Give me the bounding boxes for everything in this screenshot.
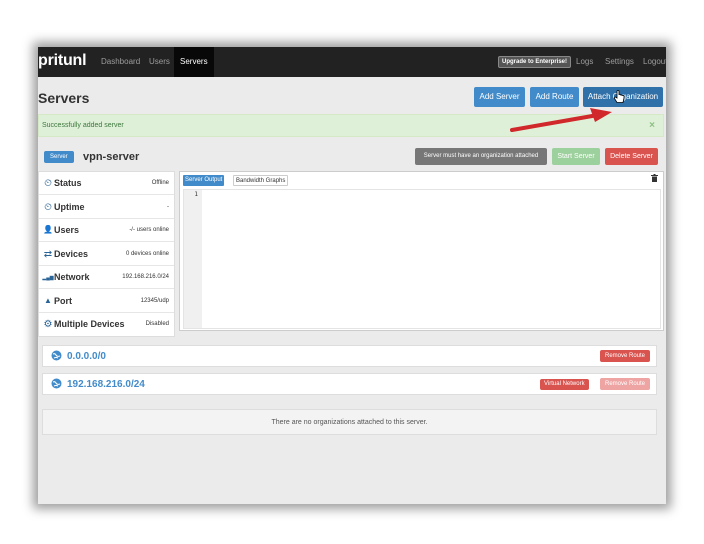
- info-label: Multiple Devices: [54, 319, 125, 329]
- nav-dashboard[interactable]: Dashboard: [101, 47, 140, 77]
- server-name: vpn-server: [83, 151, 140, 163]
- globe-icon: [51, 350, 62, 364]
- devices-icon: ⇄: [43, 249, 53, 260]
- upgrade-button[interactable]: Upgrade to Enterprise!: [498, 56, 572, 68]
- info-label: Network: [54, 272, 90, 282]
- close-icon[interactable]: ×: [649, 120, 655, 131]
- info-row-status: ⏲ Status Offline: [39, 172, 174, 195]
- route-network: 192.168.216.0/24: [67, 379, 145, 390]
- info-row-port: ▲ Port 12345/udp: [39, 290, 174, 313]
- tab-server-output[interactable]: Server Output: [183, 175, 225, 186]
- info-row-multiple-devices: ⚙ Multiple Devices Disabled: [39, 313, 174, 336]
- route-row: 0.0.0.0/0 Remove Route: [42, 345, 657, 367]
- status-note-button: Server must have an organization attache…: [415, 148, 547, 165]
- add-server-button[interactable]: Add Server: [474, 87, 525, 107]
- annotation-arrow-icon: [508, 107, 618, 142]
- navbar: pritunl Dashboard Users Servers Upgrade …: [38, 47, 666, 77]
- users-icon: 👤: [43, 225, 53, 234]
- remove-route-button[interactable]: Remove Route: [600, 350, 650, 362]
- app-window: pritunl Dashboard Users Servers Upgrade …: [38, 47, 666, 504]
- info-row-devices: ⇄ Devices 0 devices online: [39, 243, 174, 266]
- info-value: 0 devices online: [125, 251, 169, 257]
- info-value: Disabled: [145, 321, 169, 327]
- info-row-users: 👤 Users -/- users online: [39, 219, 174, 242]
- tab-bandwidth-graphs[interactable]: Bandwidth Graphs: [233, 175, 289, 186]
- info-label: Users: [54, 225, 80, 235]
- nav-settings[interactable]: Settings: [605, 47, 634, 77]
- route-network: 0.0.0.0/0: [67, 351, 106, 362]
- remove-route-button[interactable]: Remove Route: [600, 378, 650, 390]
- server-info-panel: ⏲ Status Offline ⏲ Uptime - 👤 Users -/- …: [38, 171, 175, 337]
- brand-logo[interactable]: pritunl: [38, 52, 87, 70]
- server-output-panel: Server Output Bandwidth Graphs 1: [179, 171, 664, 331]
- add-route-button[interactable]: Add Route: [530, 87, 579, 107]
- info-value: -/- users online: [129, 227, 169, 233]
- info-label: Uptime: [54, 202, 85, 212]
- nav-servers[interactable]: Servers: [174, 47, 214, 77]
- organizations-panel: There are no organizations attached to t…: [42, 409, 657, 435]
- route-row: 192.168.216.0/24 Virtual Network Remove …: [42, 373, 657, 395]
- info-value: -: [167, 204, 169, 210]
- globe-icon: [51, 378, 62, 392]
- network-icon: ▂▄▆: [42, 275, 54, 281]
- delete-server-button[interactable]: Delete Server: [605, 148, 658, 165]
- alert-message: Successfully added server: [42, 122, 124, 129]
- status-icon: ⏲: [44, 178, 52, 189]
- line-number: 1: [194, 191, 198, 198]
- hand-cursor-icon: [613, 90, 625, 109]
- port-icon: ▲: [44, 296, 52, 305]
- info-label: Devices: [54, 249, 89, 259]
- nav-logs[interactable]: Logs: [576, 47, 593, 77]
- output-editor[interactable]: 1: [183, 189, 661, 329]
- info-label: Status: [54, 178, 82, 188]
- start-server-button[interactable]: Start Server: [552, 148, 600, 165]
- gear-icon: ⚙: [43, 319, 53, 330]
- uptime-icon: ⏲: [44, 202, 52, 213]
- info-value: 192.168.216.0/24: [122, 274, 169, 280]
- server-badge: Server: [44, 151, 74, 163]
- info-value: Offline: [151, 180, 169, 186]
- trash-icon[interactable]: [651, 174, 658, 184]
- virtual-network-label: Virtual Network: [540, 379, 589, 390]
- empty-organizations-message: There are no organizations attached to t…: [271, 419, 428, 426]
- nav-logout[interactable]: Logout: [643, 47, 666, 77]
- nav-users[interactable]: Users: [149, 47, 170, 77]
- page-title: Servers: [38, 90, 90, 106]
- info-row-network: ▂▄▆ Network 192.168.216.0/24: [39, 266, 174, 289]
- editor-gutter: 1: [184, 190, 202, 328]
- info-row-uptime: ⏲ Uptime -: [39, 196, 174, 219]
- info-label: Port: [54, 296, 72, 306]
- info-value: 12345/udp: [140, 298, 169, 304]
